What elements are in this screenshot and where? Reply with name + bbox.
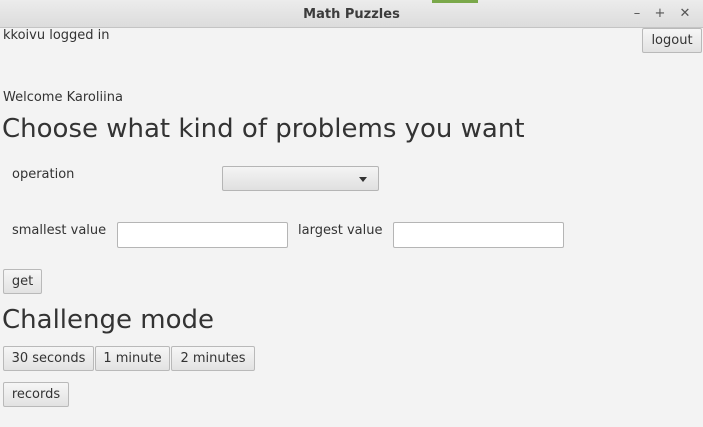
largest-value-input[interactable] [393, 222, 564, 248]
operation-dropdown[interactable] [222, 166, 379, 191]
window-titlebar: Math Puzzles – + ✕ [0, 0, 703, 28]
close-icon[interactable]: ✕ [677, 6, 693, 22]
window-title: Math Puzzles [303, 7, 400, 22]
welcome-text: Welcome Karoliina [3, 90, 123, 105]
challenge-2-minutes-button[interactable]: 2 minutes [171, 346, 255, 371]
problems-heading: Choose what kind of problems you want [2, 114, 525, 144]
challenge-30-seconds-button[interactable]: 30 seconds [3, 346, 94, 371]
chevron-down-icon [359, 177, 367, 182]
challenge-heading: Challenge mode [2, 305, 214, 335]
maximize-icon[interactable]: + [652, 6, 668, 22]
smallest-value-label: smallest value [12, 223, 107, 238]
get-button[interactable]: get [3, 269, 42, 294]
largest-value-label: largest value [298, 223, 383, 238]
records-button[interactable]: records [3, 382, 69, 407]
minimize-icon[interactable]: – [629, 6, 645, 22]
smallest-value-input[interactable] [117, 222, 288, 248]
logout-button[interactable]: logout [642, 28, 702, 53]
challenge-1-minute-button[interactable]: 1 minute [95, 346, 170, 371]
operation-label: operation [12, 167, 75, 182]
logged-in-status: kkoivu logged in [3, 28, 110, 43]
